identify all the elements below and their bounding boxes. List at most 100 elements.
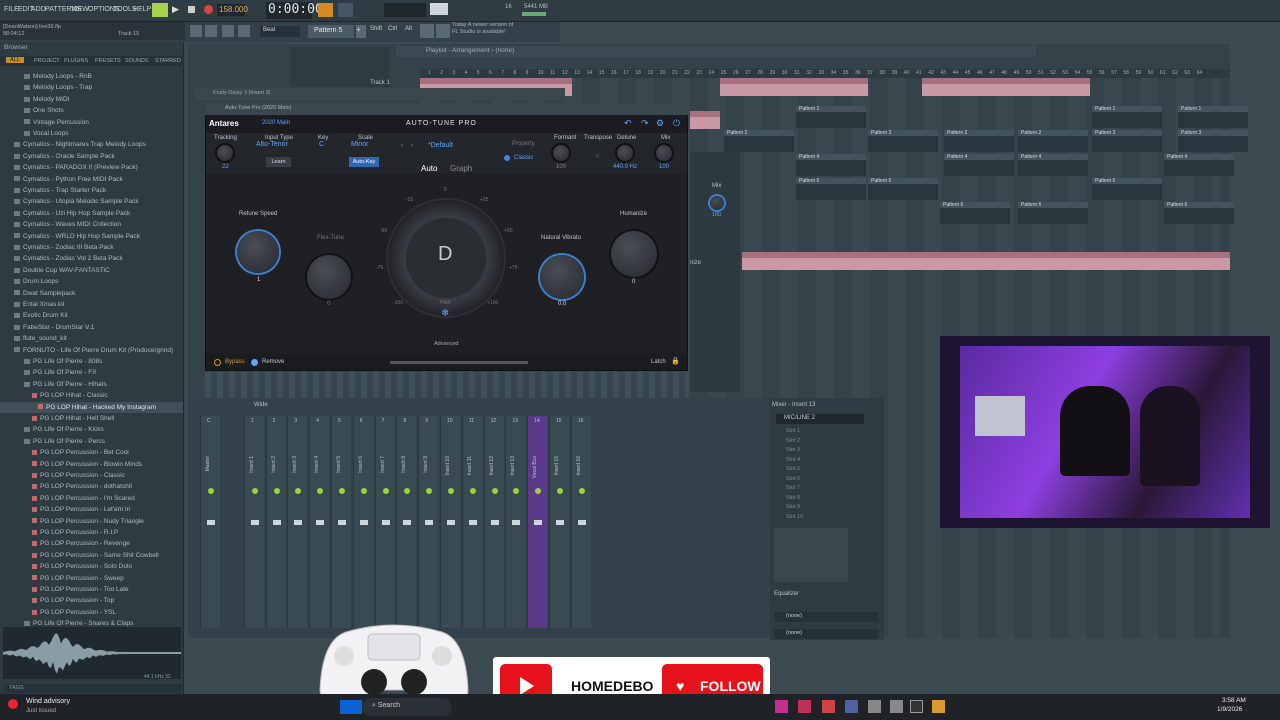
browser-item[interactable]: Cymatics - Waves MIDI Collection — [0, 219, 183, 230]
browser-item[interactable]: PG LOP Percussion - dothatshit — [0, 481, 183, 492]
browser-item[interactable]: Cymatics - Oracle Sample Pack — [0, 151, 183, 162]
volume-fader[interactable] — [403, 520, 412, 525]
mixer-input-select[interactable]: MIC/LINE 2 — [776, 414, 864, 424]
browser-item[interactable]: Cymatics - Trap Starter Pack — [0, 185, 183, 196]
key-select[interactable]: C — [319, 141, 324, 148]
volume-fader[interactable] — [381, 520, 390, 525]
mode-classic[interactable]: Classic — [514, 155, 533, 161]
volume-fader[interactable] — [490, 520, 499, 525]
browser-item[interactable]: Cymatics - Zodiac III Beta Pack — [0, 242, 183, 253]
browser-item[interactable]: Cymatics - Utopia Melodic Sample Pack — [0, 196, 183, 207]
browser-item[interactable]: PG LOP Percussion - I'm Scared — [0, 493, 183, 504]
mute-led[interactable] — [469, 488, 476, 494]
app-icon[interactable] — [845, 700, 858, 713]
browser-item[interactable]: Cymatics - Uzi Hip Hop Sample Pack — [0, 208, 183, 219]
power-icon[interactable]: ⏻ — [673, 118, 680, 129]
mixer-strip[interactable]: 12 Insert 12 — [483, 416, 504, 628]
news-panel[interactable]: Today A newer version of FL Studio is av… — [452, 22, 513, 36]
natural-vibrato-knob[interactable] — [540, 255, 584, 299]
browser-item[interactable]: PG LOP Percussion - Solo Dolo — [0, 561, 183, 572]
browser-item[interactable]: FabeStar - DrumStar V.1 — [0, 322, 183, 333]
mute-led[interactable] — [448, 488, 454, 494]
settings-icon[interactable]: ⚙ — [656, 118, 664, 129]
record-icon[interactable] — [204, 5, 213, 14]
browser-item[interactable]: PG LOP Percussion - Nudy Triangle — [0, 516, 183, 527]
browser-item[interactable]: Drum Loops — [0, 276, 183, 287]
pattern-clip[interactable]: Pattern 4 — [796, 154, 866, 176]
pattern-clip[interactable]: Pattern 3 — [868, 130, 938, 152]
taskbar-search[interactable]: ⌕ Search — [362, 698, 452, 716]
browser-item[interactable]: PG LOP Percussion - Too Late — [0, 584, 183, 595]
browser-item[interactable]: PG LOP Percussion - Revenge — [0, 538, 183, 549]
menu-help[interactable]: HELP — [133, 6, 151, 13]
browser-item[interactable]: PG LOP Hihat - Hell Shell — [0, 413, 183, 424]
insert-slot[interactable]: Slot 10 — [776, 514, 866, 522]
mixer-strip[interactable]: 9 Insert 9 — [418, 416, 439, 628]
mute-led[interactable] — [404, 488, 411, 494]
bypass-toggle[interactable] — [214, 359, 221, 366]
mixer-strip[interactable]: 13 Insert 13 — [505, 416, 526, 628]
mixer-strip[interactable]: 5 Insert 5 — [331, 416, 351, 628]
mute-led[interactable] — [426, 488, 433, 494]
volume-fader[interactable] — [534, 520, 543, 525]
browser-item[interactable]: PG Life Of Pierre - Snares & Claps — [0, 618, 183, 627]
browser-item[interactable]: Vocal Loops — [0, 128, 183, 139]
side-mix-knob[interactable] — [710, 196, 724, 210]
plugin-header[interactable]: Auto-Tune Pro (2020 Main) — [205, 103, 688, 115]
volume-fader[interactable] — [556, 520, 564, 525]
browser-item[interactable]: PG LOP Hihat - Classic — [0, 390, 183, 401]
browser-item[interactable]: PG LOP Percussion - Sweep — [0, 573, 183, 584]
app-icon[interactable] — [798, 700, 811, 713]
pattern-song-toggle[interactable] — [152, 3, 168, 17]
pattern-clip[interactable]: Pattern 4 — [1164, 154, 1234, 176]
mute-led[interactable] — [578, 488, 585, 494]
ctrl-key[interactable]: Ctrl — [388, 26, 397, 32]
mixer-strip[interactable]: 7 Insert 7 — [374, 416, 395, 628]
mixer-strip[interactable]: 14 Vocal Bus — [527, 416, 548, 628]
mute-led[interactable] — [557, 488, 563, 494]
pattern-clip[interactable]: Pattern 6 — [1164, 202, 1234, 224]
browser-item[interactable]: Melody MIDI — [0, 94, 183, 105]
metronome-icon[interactable] — [318, 3, 333, 17]
mixer-strip[interactable]: 2 Insert 2 — [265, 416, 286, 628]
menu-view[interactable]: VIEW — [71, 6, 89, 13]
audio-clip[interactable]: Cymatics - Fill Up My Mind - 158 BPM D# … — [720, 78, 868, 96]
timeline-ruler[interactable]: 1 2 3 4 5 6 7 8 9 10 11 12 13 14 15 16 17 18 19 20 21 22 23 24 2… — [420, 69, 1230, 78]
windows-start-icon[interactable] — [340, 700, 362, 714]
mixer-strip[interactable]: 15 Insert 15 — [549, 416, 569, 628]
app-icon[interactable] — [868, 700, 881, 713]
undo-icon[interactable]: ↶ — [624, 118, 632, 129]
audio-clip[interactable] — [690, 111, 720, 129]
fl-studio-icon[interactable] — [932, 700, 945, 713]
tab-graph[interactable]: Graph — [450, 164, 472, 173]
browser-item[interactable]: Vintage Percussion — [0, 117, 183, 128]
arrow-forward-icon[interactable] — [238, 25, 250, 37]
browser-item[interactable]: Melody Loops - RnB — [0, 71, 183, 82]
add-pattern-button[interactable]: + — [356, 25, 366, 38]
mixer-strip[interactable]: 8 Insert 8 — [396, 416, 417, 628]
pattern-clip[interactable]: Pattern 6 — [1018, 202, 1088, 224]
insert-slot[interactable]: Slot 7 — [776, 485, 866, 493]
tempo-display[interactable]: 158.000 — [217, 4, 248, 16]
mixer-strip[interactable]: 10 Insert 10 — [440, 416, 460, 628]
auto-key-button[interactable]: Auto-Key — [349, 157, 379, 167]
tiktok-icon[interactable] — [775, 700, 788, 713]
menu-add[interactable]: ADD — [31, 6, 46, 13]
volume-fader[interactable] — [577, 520, 586, 525]
pattern-clip[interactable]: Pattern 3 — [1178, 130, 1248, 152]
browser-item[interactable]: Exotic Drum Kit — [0, 310, 183, 321]
browser-item[interactable]: PG LOP Percussion - R.I.P — [0, 527, 183, 538]
mute-led[interactable] — [491, 488, 498, 494]
obs-icon[interactable] — [822, 700, 835, 713]
tab-presets[interactable]: PRESETS — [95, 58, 121, 64]
volume-fader[interactable] — [359, 520, 368, 525]
input-type-select[interactable]: Alto-Tenor — [256, 141, 288, 148]
browser-item[interactable]: Cymatics - Zodiac Vol 2 Beta Pack — [0, 253, 183, 264]
humanize-knob[interactable] — [611, 231, 657, 277]
mixer-strip[interactable]: 1 Insert 1 — [243, 416, 264, 628]
tags-bar[interactable]: TAGS — [4, 684, 182, 693]
detune-knob[interactable] — [617, 145, 633, 161]
tracking-knob[interactable] — [217, 145, 233, 161]
browser-item[interactable]: Double Cup WAV-FANTASTiC — [0, 265, 183, 276]
browser-item[interactable]: PG LOP Percussion - Blowin Minds — [0, 459, 183, 470]
